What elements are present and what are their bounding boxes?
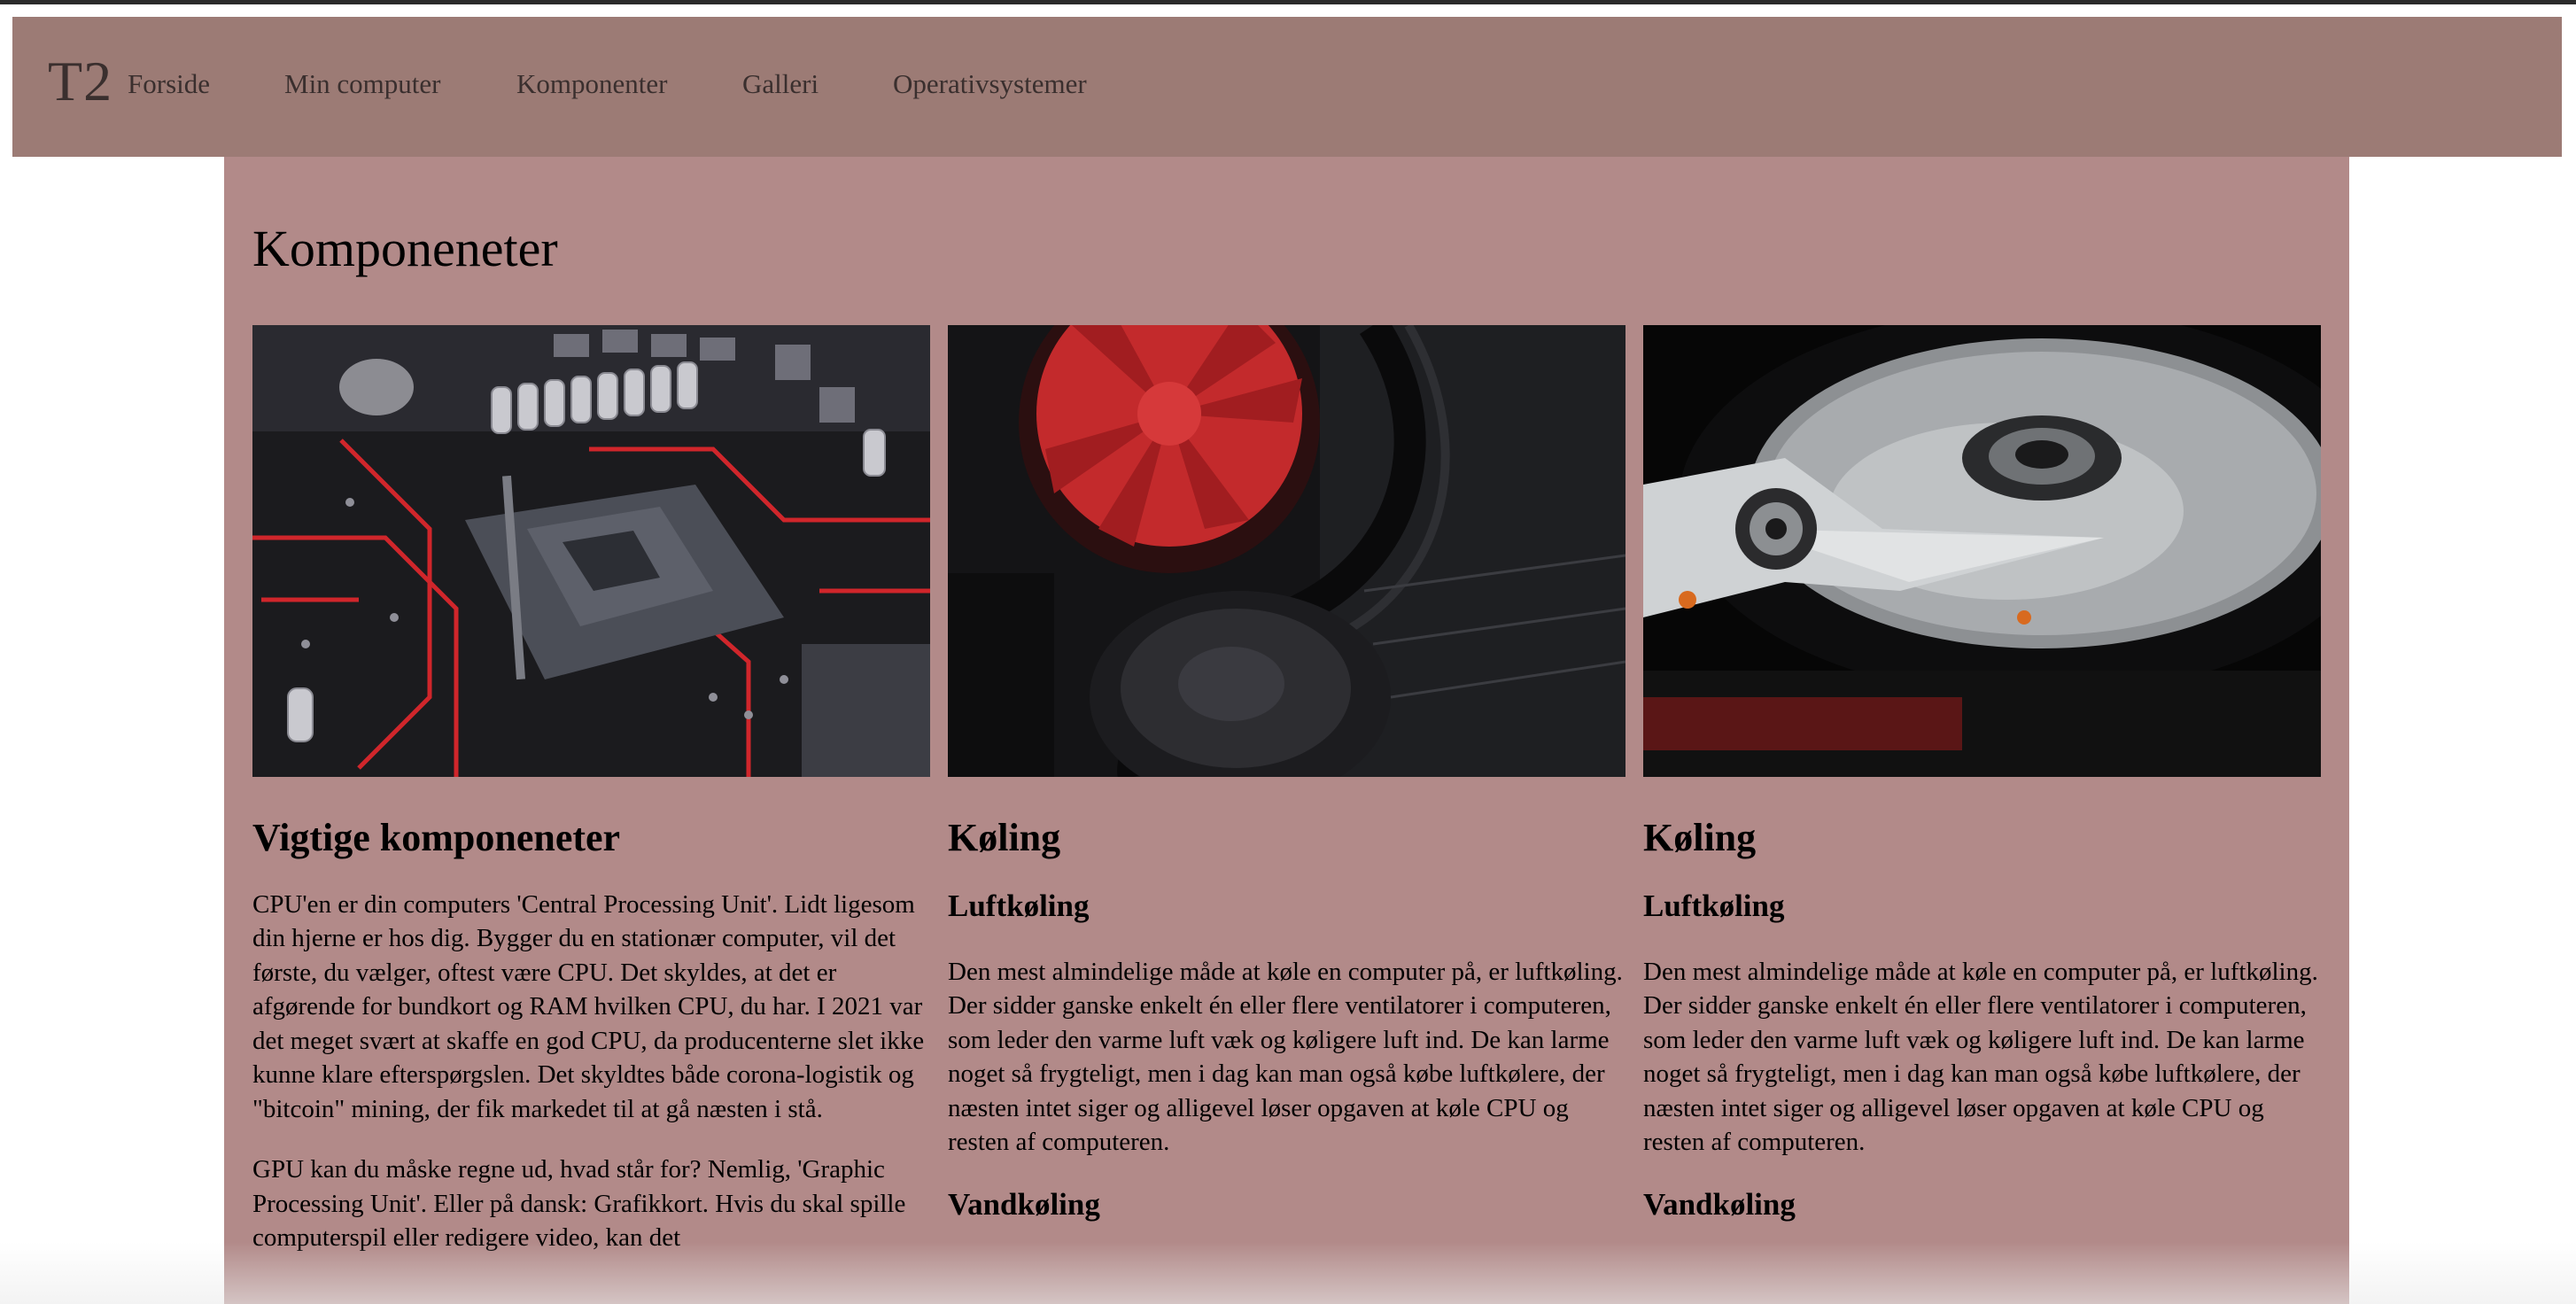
page-title: Komponeneter	[252, 220, 558, 277]
nav-link-operativsystemer[interactable]: Operativsystemer	[893, 68, 1087, 100]
subheading-vandkoling: Vandkøling	[948, 1186, 1100, 1222]
nav-link-komponenter[interactable]: Komponenter	[516, 68, 667, 100]
nav-link-galleri[interactable]: Galleri	[742, 68, 819, 100]
window-top-border	[0, 0, 2576, 4]
paragraph-gpu: GPU kan du måske regne ud, hvad står for…	[252, 1155, 906, 1253]
nav-link-forside[interactable]: Forside	[128, 68, 210, 100]
section-heading-vigtige: Vigtige komponeneter	[252, 816, 621, 859]
component-card-cooling-1: Køling Luftkøling Den mest almindelige m…	[948, 325, 1626, 1223]
cooler-photo	[948, 325, 1626, 777]
hard-drive-photo	[1643, 325, 2321, 777]
component-card-cooling-2: Køling Luftkøling Den mest almindelige m…	[1643, 325, 2321, 1223]
section-heading-koling: Køling	[1643, 816, 1757, 859]
paragraph-cpu: CPU'en er din computers 'Central Process…	[252, 889, 925, 1123]
paragraph-luftkoling: Den mest almindelige måde at køle en com…	[948, 957, 1623, 1157]
subheading-luftkoling: Luftkøling	[1643, 888, 1785, 923]
component-card-cpu: Vigtige komponeneter CPU'en er din compu…	[252, 325, 930, 1255]
paragraph-luftkoling: Den mest almindelige måde at køle en com…	[1643, 957, 2318, 1157]
brand-logo[interactable]: T2	[48, 49, 113, 114]
main-content: Komponeneter Vigtige komponeneter CPU'en…	[224, 157, 2349, 1304]
section-heading-koling: Køling	[948, 816, 1061, 859]
motherboard-photo	[252, 325, 930, 777]
subheading-luftkoling: Luftkøling	[948, 888, 1090, 923]
subheading-vandkoling: Vandkøling	[1643, 1186, 1796, 1222]
nav-link-min-computer[interactable]: Min computer	[284, 68, 441, 100]
navbar: T2 Forside Min computer Komponenter Gall…	[12, 17, 2562, 157]
